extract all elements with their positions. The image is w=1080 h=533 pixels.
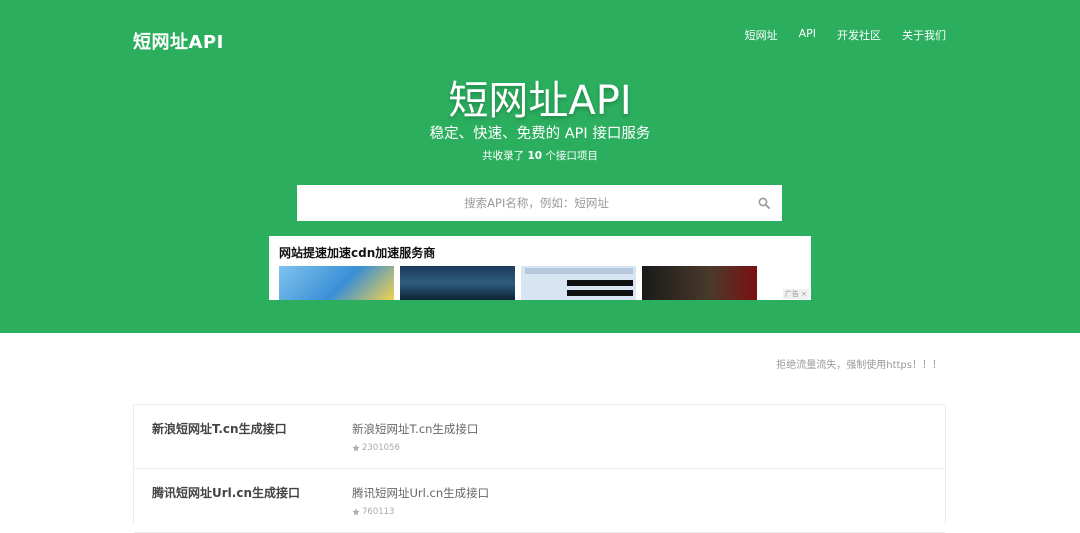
api-name[interactable]: 新浪短网址T.cn生成接口 [152,420,287,437]
top-nav: 短网址 API 开发社区 关于我们 [745,27,946,43]
api-star-count: 760113 [352,507,394,517]
api-description: 腾讯短网址Url.cn生成接口 [352,486,490,500]
search-input[interactable] [297,185,752,221]
search-icon[interactable] [752,185,776,221]
brand-logo[interactable]: 短网址API [133,28,224,54]
star-icon [352,508,360,516]
api-star-count: 2301056 [352,443,400,453]
ad-close-mark[interactable]: 广告 × [782,289,809,299]
api-count-text: 共收录了 10 个接口项目 [0,148,1080,163]
ad-image-3[interactable] [521,266,636,300]
search-bar [297,185,782,221]
ad-image-1[interactable] [279,266,394,300]
hero-subtitle: 稳定、快速、免费的 API 接口服务 [429,126,651,142]
api-list-item[interactable]: 新浪短网址T.cn生成接口 新浪短网址T.cn生成接口 2301056 [134,405,945,469]
api-name[interactable]: 腾讯短网址Url.cn生成接口 [152,484,300,501]
star-count-value: 2301056 [362,443,400,453]
star-icon [352,444,360,452]
hero-banner: 短网址API 短网址 API 开发社区 关于我们 短网址API 稳定、快速、免费… [0,0,1080,333]
https-notice: 拒绝流量流失，强制使用https！！！ [776,360,942,371]
ad-banner[interactable]: 网站提速加速cdn加速服务商 广告 × [269,236,811,300]
star-count-value: 760113 [362,507,395,517]
ad-image-4[interactable] [642,266,757,300]
nav-item-short-url[interactable]: 短网址 [745,27,778,43]
ad-title[interactable]: 网站提速加速cdn加速服务商 [279,244,435,261]
hero-title: 短网址API [448,78,632,124]
nav-item-about[interactable]: 关于我们 [902,27,946,43]
count-suffix: 个接口项目 [542,150,598,162]
ad-image-tabs [525,268,633,274]
ad-image-bar [567,280,633,286]
nav-item-api[interactable]: API [799,27,816,43]
api-list-item[interactable]: 腾讯短网址Url.cn生成接口 腾讯短网址Url.cn生成接口 760113 [134,469,945,533]
ad-image-2[interactable] [400,266,515,300]
count-number: 10 [527,150,543,162]
api-list: 新浪短网址T.cn生成接口 新浪短网址T.cn生成接口 2301056 腾讯短网… [133,404,946,533]
nav-item-community[interactable]: 开发社区 [837,27,881,43]
count-prefix: 共收录了 [482,150,528,162]
ad-image-bar [567,290,633,296]
api-description: 新浪短网址T.cn生成接口 [352,422,479,436]
